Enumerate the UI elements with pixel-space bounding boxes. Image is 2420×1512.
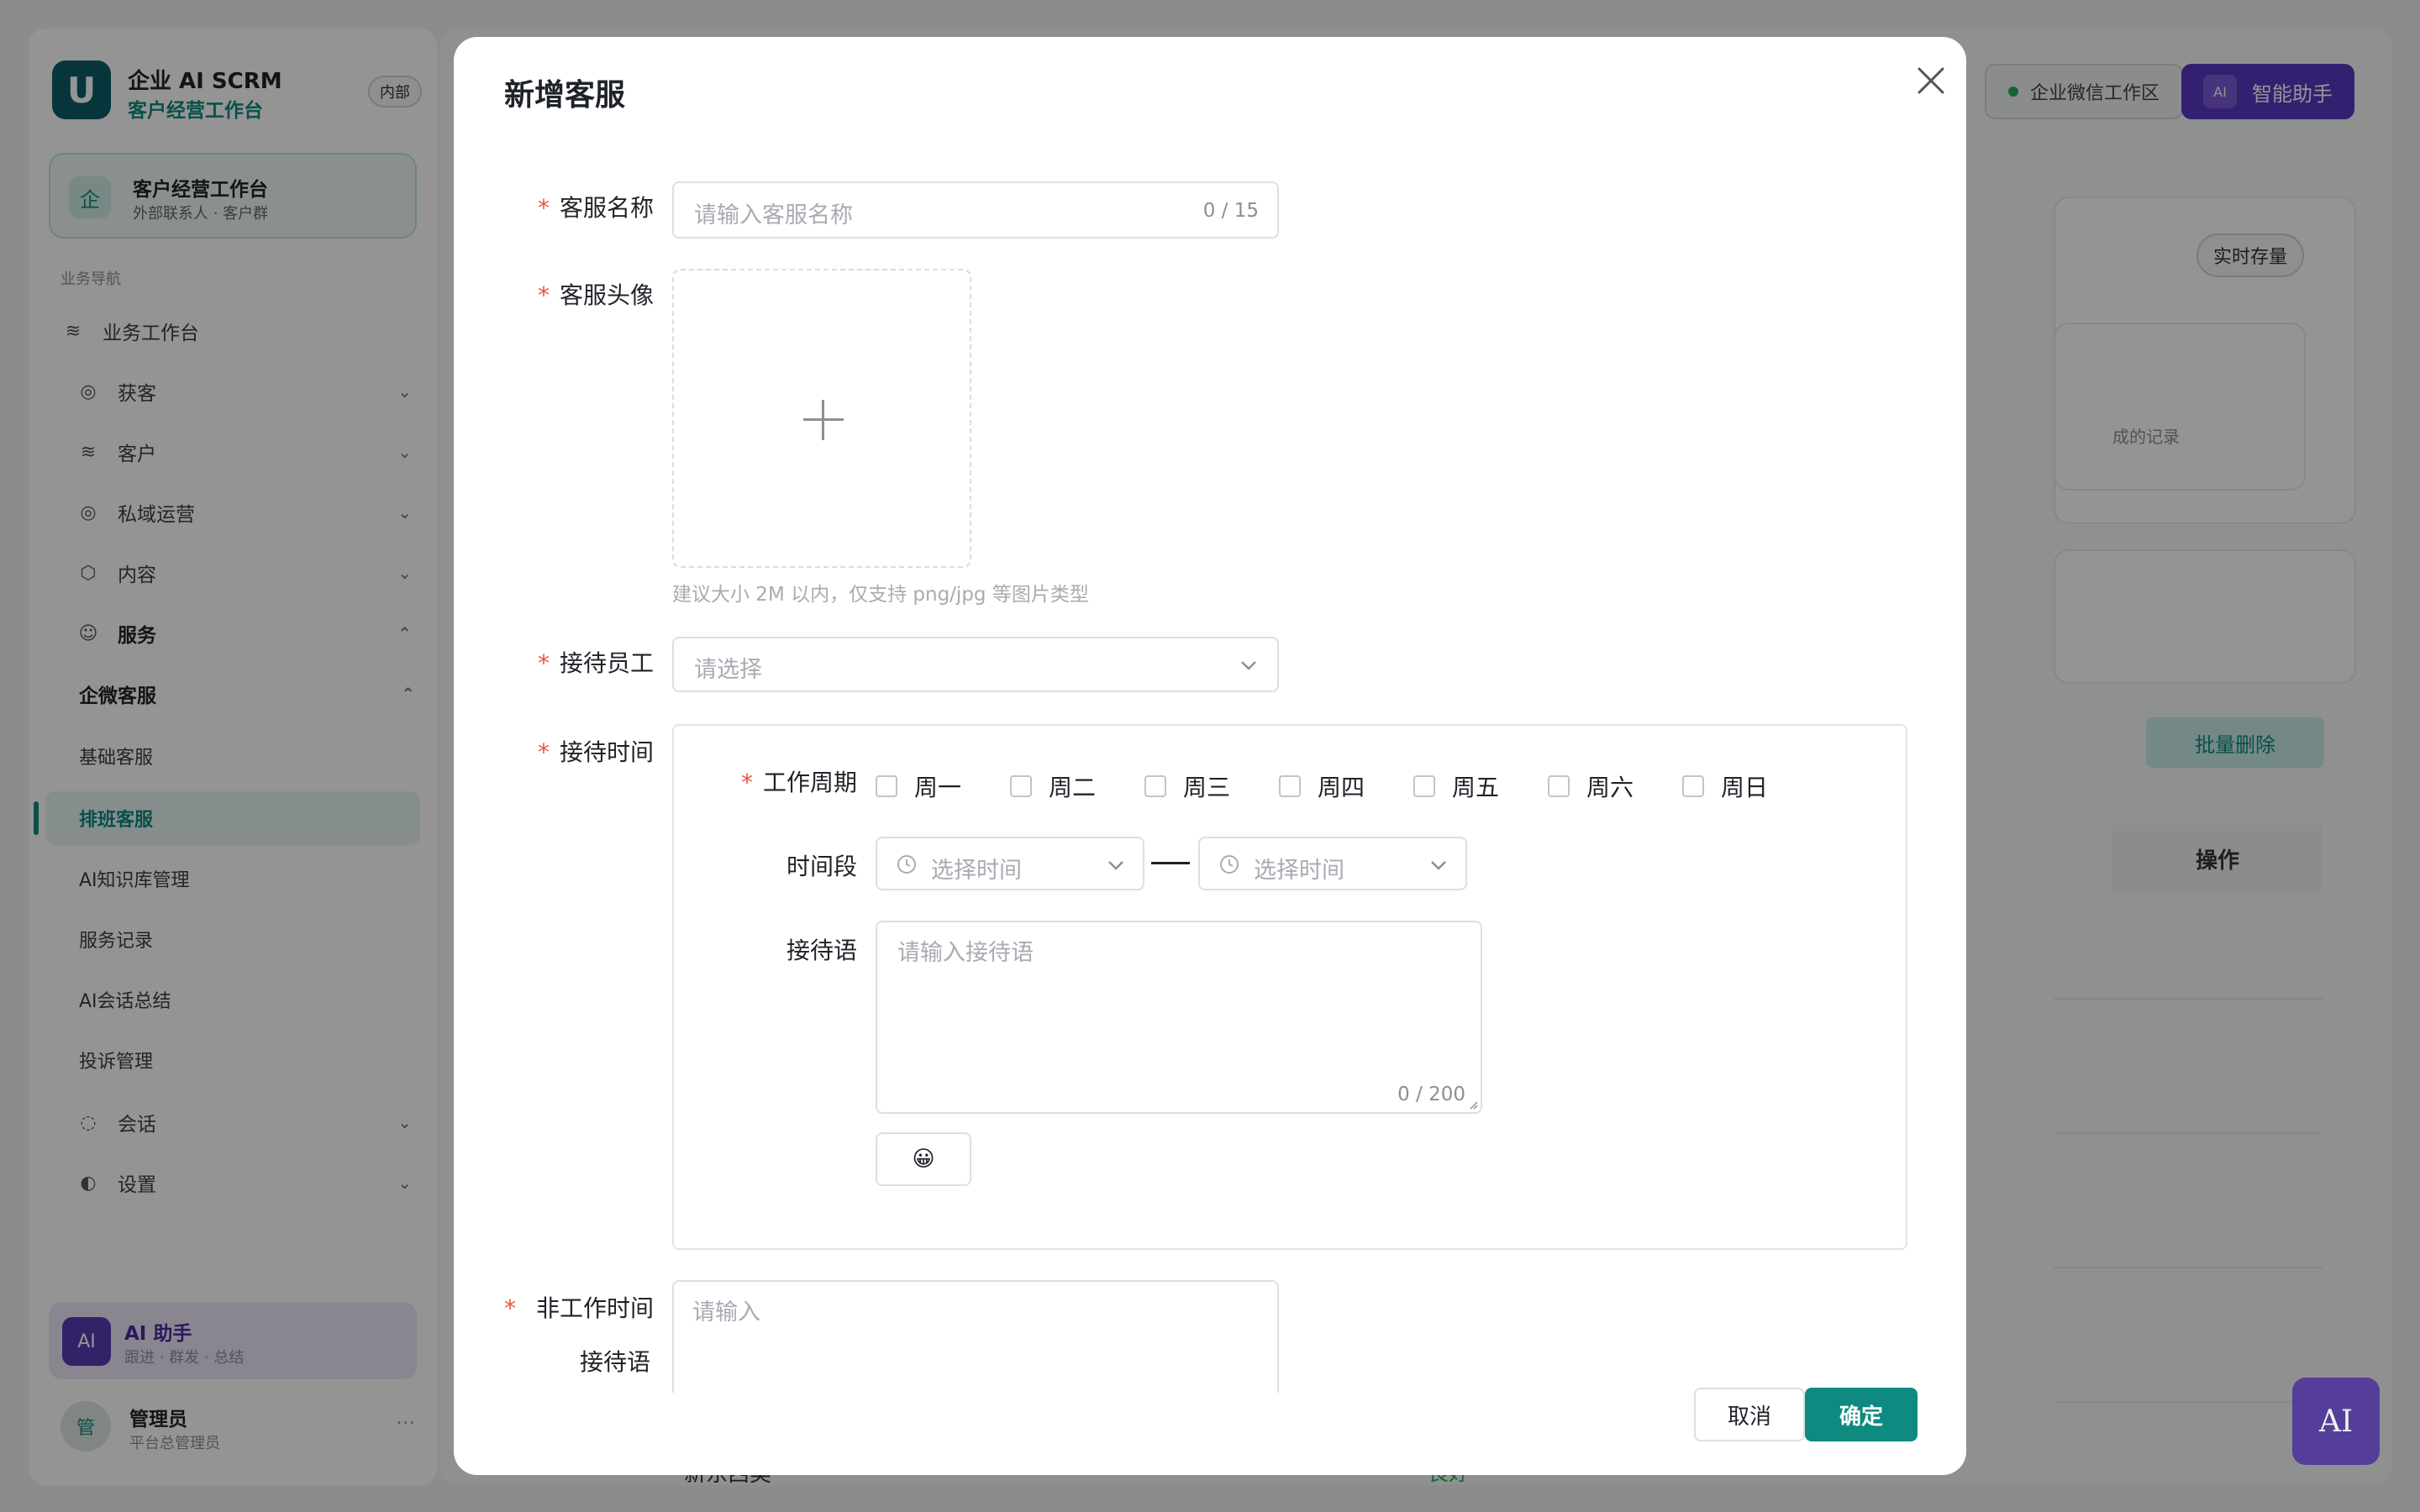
ai-fab-button[interactable]: AI xyxy=(2292,1378,2380,1465)
required-mark: * xyxy=(538,194,550,222)
name-field-label: * 客服名称 xyxy=(538,190,654,223)
char-counter: 0 / 200 xyxy=(1397,1084,1465,1105)
add-service-dialog: 新增客服 * 客服名称 请输入客服名称 0 / 15 * 客服头像 建议大小 2M … xyxy=(454,37,1966,1475)
day-label: 周一 xyxy=(914,774,962,801)
end-time-placeholder: 选择时间 xyxy=(1254,858,1344,884)
checkbox-icon[interactable] xyxy=(1682,775,1704,797)
day-label: 周三 xyxy=(1183,774,1231,801)
checkbox-icon[interactable] xyxy=(1144,775,1166,797)
label-text: 接待时间 xyxy=(560,738,655,766)
service-name-placeholder: 请输入客服名称 xyxy=(694,202,853,228)
staff-field-label: * 接待员工 xyxy=(538,645,654,679)
offhours-greeting-textarea[interactable]: 请输入 xyxy=(672,1280,1279,1393)
avatar-upload[interactable] xyxy=(672,269,971,568)
avatar-field-label: * 客服头像 xyxy=(538,277,654,311)
dialog-title: 新增客服 xyxy=(504,78,626,113)
resize-handle-icon[interactable] xyxy=(1467,1099,1479,1110)
day-label: 周四 xyxy=(1318,774,1365,801)
day-label: 周五 xyxy=(1452,774,1500,801)
clock-icon xyxy=(897,855,916,874)
day-checkbox-tue[interactable]: 周二 xyxy=(1010,769,1096,803)
label-text: 客服名称 xyxy=(560,194,655,222)
day-checkbox-thu[interactable]: 周四 xyxy=(1279,769,1365,803)
chevron-down-icon xyxy=(1108,861,1123,870)
offhours-label-line1: * 非工作时间 xyxy=(504,1290,654,1324)
greeting-textarea[interactable]: 请输入接待语 0 / 200 xyxy=(876,921,1482,1114)
greeting-label: 接待语 xyxy=(786,937,857,964)
emoji-button[interactable]: 😀 xyxy=(876,1132,971,1186)
label-text: 客服头像 xyxy=(560,281,655,309)
day-label: 周六 xyxy=(1586,774,1634,801)
required-mark: * xyxy=(741,769,753,796)
start-time-placeholder: 选择时间 xyxy=(931,858,1022,884)
required-mark: * xyxy=(504,1294,516,1322)
day-checkbox-mon[interactable]: 周一 xyxy=(876,769,961,803)
end-time-picker[interactable]: 选择时间 xyxy=(1198,837,1467,890)
chevron-down-icon xyxy=(1241,661,1256,670)
offhours-placeholder: 请输入 xyxy=(692,1299,760,1326)
day-checkbox-wed[interactable]: 周三 xyxy=(1144,769,1230,803)
start-time-picker[interactable]: 选择时间 xyxy=(876,837,1144,890)
checkbox-icon[interactable] xyxy=(1413,775,1435,797)
chevron-down-icon xyxy=(1431,861,1446,870)
required-mark: * xyxy=(538,281,550,309)
period-label: 时间段 xyxy=(786,853,857,880)
cycle-label: * 工作周期 xyxy=(741,764,857,798)
required-mark: * xyxy=(538,649,550,677)
checkbox-icon[interactable] xyxy=(1010,775,1032,797)
close-icon[interactable] xyxy=(1907,57,1954,104)
reception-time-panel: * 工作周期 周一 周二 周三 周四 周五 周六 周日 时间段 选择时间 选择时间… xyxy=(672,724,1907,1250)
day-checkbox-sun[interactable]: 周日 xyxy=(1682,769,1768,803)
offhours-label-line2: 接待语 xyxy=(579,1348,650,1376)
clock-icon xyxy=(1220,855,1239,874)
time-field-label: * 接待时间 xyxy=(538,734,654,768)
day-label: 周日 xyxy=(1721,774,1769,801)
greeting-placeholder: 请输入接待语 xyxy=(897,940,1034,966)
day-checkbox-fri[interactable]: 周五 xyxy=(1413,769,1499,803)
checkbox-icon[interactable] xyxy=(1548,775,1570,797)
required-mark: * xyxy=(538,738,550,766)
day-checkbox-sat[interactable]: 周六 xyxy=(1548,769,1634,803)
staff-placeholder: 请选择 xyxy=(694,657,762,683)
label-text: 非工作时间 xyxy=(536,1294,655,1322)
label-text: 接待员工 xyxy=(560,649,655,677)
cancel-button[interactable]: 取消 xyxy=(1694,1388,1805,1441)
range-separator xyxy=(1151,862,1190,864)
service-name-input[interactable]: 请输入客服名称 0 / 15 xyxy=(672,181,1279,239)
checkbox-icon[interactable] xyxy=(876,775,897,797)
plus-icon xyxy=(822,400,824,440)
char-counter: 0 / 15 xyxy=(1202,200,1259,222)
label-text: 工作周期 xyxy=(763,769,858,796)
avatar-hint: 建议大小 2M 以内，仅支持 png/jpg 等图片类型 xyxy=(672,584,1089,606)
checkbox-icon[interactable] xyxy=(1279,775,1301,797)
staff-select[interactable]: 请选择 xyxy=(672,637,1279,692)
confirm-button[interactable]: 确定 xyxy=(1805,1388,1918,1441)
dialog-body: * 客服名称 请输入客服名称 0 / 15 * 客服头像 建议大小 2M 以内，仅支… xyxy=(454,138,1966,1393)
day-label: 周二 xyxy=(1049,774,1097,801)
